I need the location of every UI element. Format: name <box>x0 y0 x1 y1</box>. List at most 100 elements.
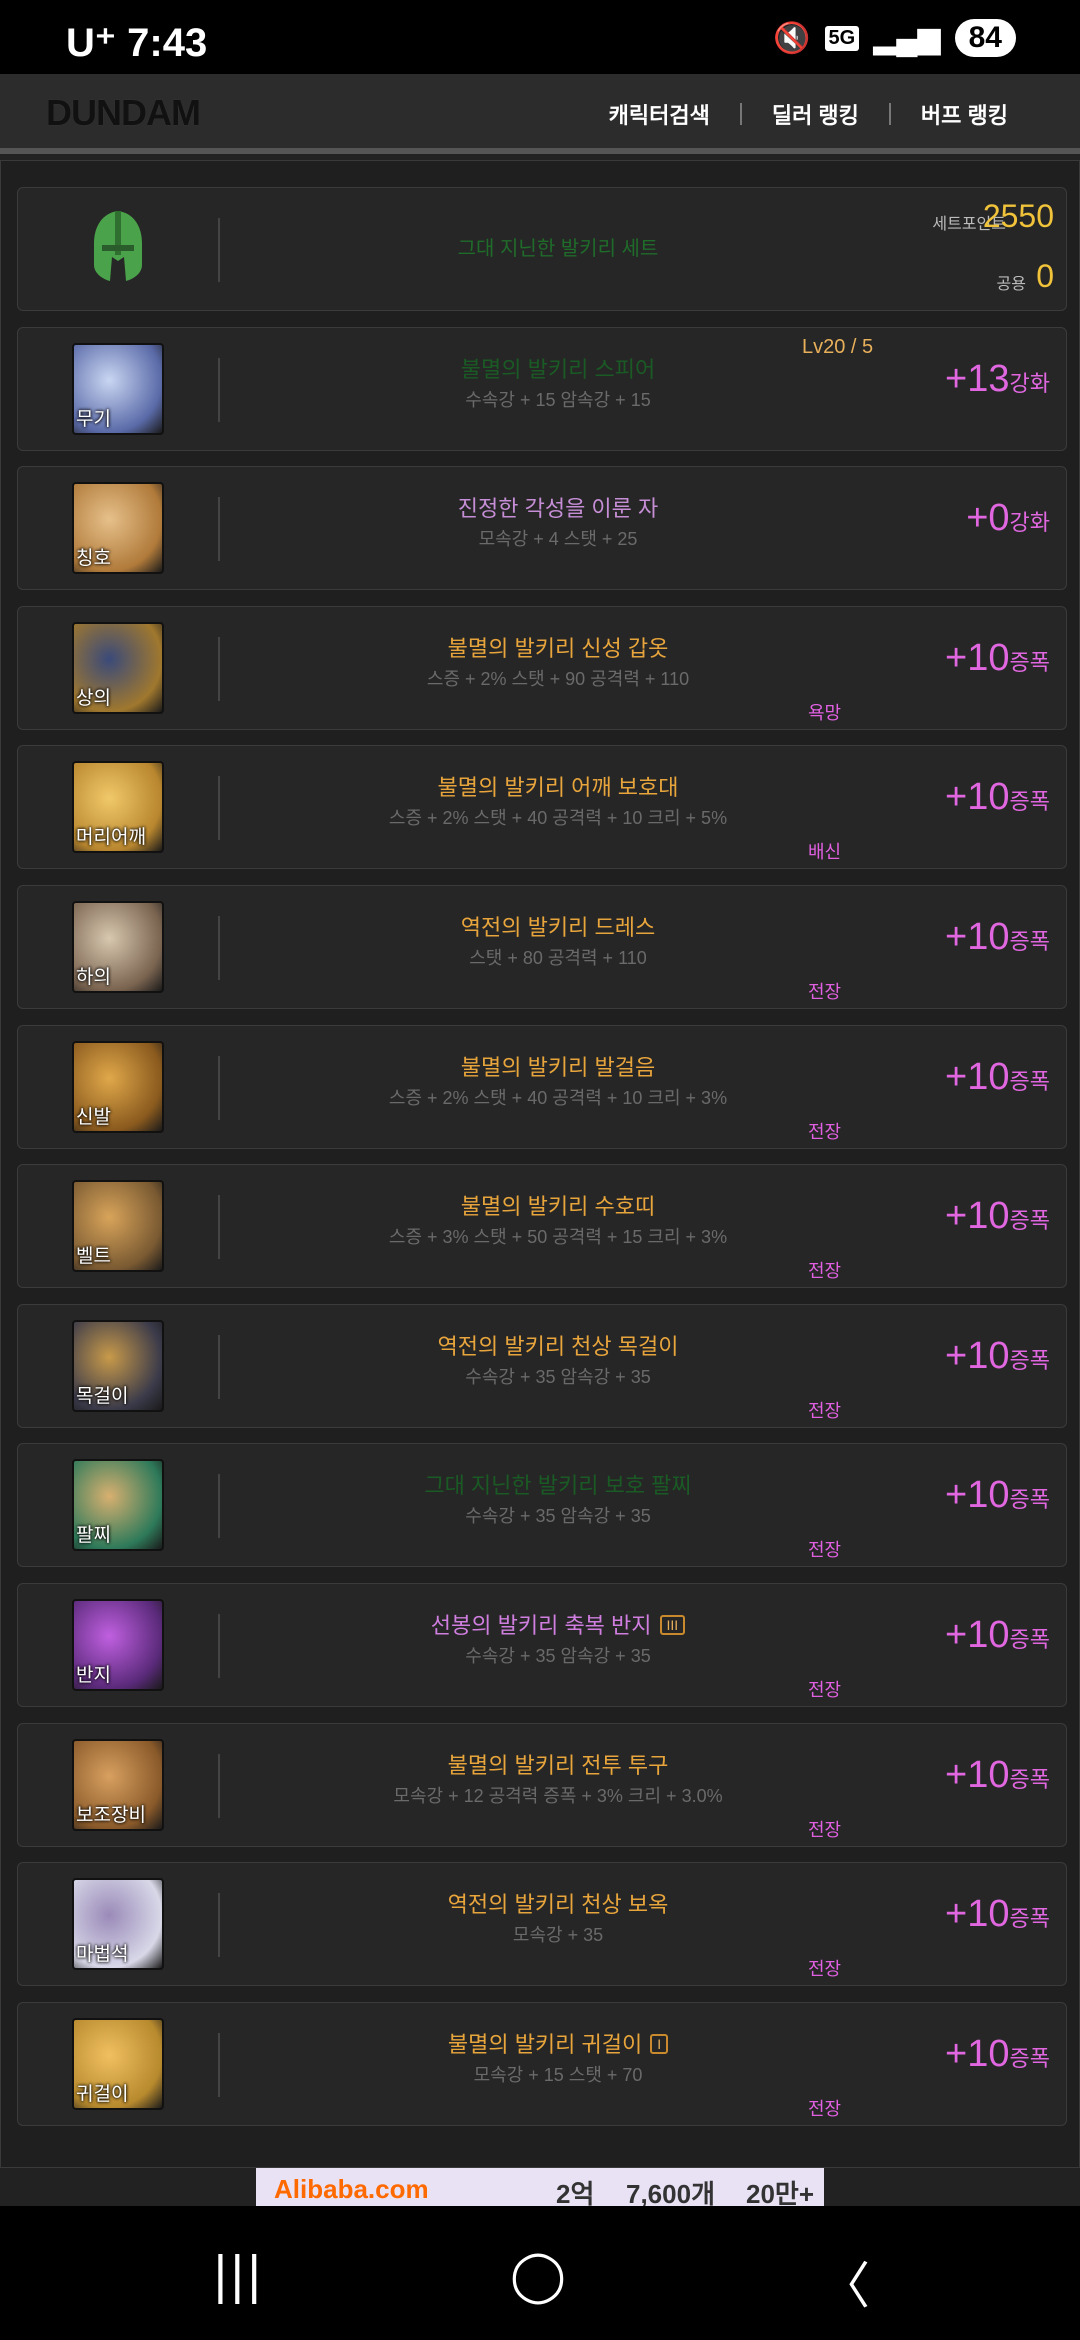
item-grade-mark: III <box>659 1615 686 1635</box>
back-button[interactable]: 〈 <box>820 2246 870 2318</box>
enhance-value: +0 <box>966 497 1010 539</box>
item-name: 역전의 발키리 천상 보옥 <box>248 1887 868 1919</box>
enhance-level: +10증폭 <box>945 2033 1050 2076</box>
item-tag: 전장 <box>808 1540 842 1560</box>
row-divider <box>218 1474 220 1538</box>
row-divider <box>218 218 220 282</box>
equipment-icon: 벨트 <box>72 1180 164 1272</box>
equipment-row[interactable]: 칭호 진정한 각성을 이룬 자 모속강 + 4 스탯 + 25 +0강화 <box>17 466 1067 590</box>
item-name-text: 불멸의 발키리 발걸음 <box>460 1055 656 1080</box>
slot-label: 벨트 <box>76 1246 111 1267</box>
set-row[interactable]: 그대 지닌한 발키리 세트 세트포인트 2550 공용 0 <box>17 187 1067 311</box>
enhance-level: +10증폭 <box>945 1056 1050 1099</box>
item-stats: 모속강 + 15 스탯 + 70 <box>473 2065 643 2085</box>
equipment-panel: 그대 지닌한 발키리 세트 세트포인트 2550 공용 0 무기 불멸의 발키리… <box>0 160 1080 2168</box>
enhance-value: +10 <box>945 1056 1010 1098</box>
nav-divider <box>888 103 891 125</box>
enhance-unit: 증폭 <box>1009 1627 1050 1652</box>
item-name: 역전의 발키리 드레스 <box>248 910 868 942</box>
status-time: U⁺ 7:43 <box>66 20 207 66</box>
nav-character-search[interactable]: 캐릭터검색 <box>609 98 710 130</box>
equipment-row[interactable]: 목걸이 역전의 발키리 천상 목걸이 수속강 + 35 암속강 + 35 전장 … <box>17 1304 1067 1428</box>
slot-label: 목걸이 <box>76 1386 129 1407</box>
slot-label: 팔찌 <box>76 1525 111 1546</box>
ad-banner[interactable]: Alibaba.com 2억 7,600개 20만+ <box>256 2168 824 2206</box>
item-name: 그대 지닌한 발키리 보호 팔찌 <box>248 1468 868 1500</box>
enhance-unit: 강화 <box>1009 371 1050 396</box>
item-tag: 전장 <box>808 982 842 1002</box>
enhance-value: +10 <box>945 1754 1010 1796</box>
equipment-row[interactable]: 팔찌 그대 지닌한 발키리 보호 팔찌 수속강 + 35 암속강 + 35 전장… <box>17 1443 1067 1567</box>
item-name-text: 진정한 각성을 이룬 자 <box>457 496 659 521</box>
item-tag: 배신 <box>808 842 842 862</box>
equipment-row[interactable]: 신발 불멸의 발키리 발걸음 스증 + 2% 스탯 + 40 공격력 + 10 … <box>17 1025 1067 1149</box>
status-icons: 🔇 5G ▂▄▆ 84 <box>773 18 1016 58</box>
equipment-row[interactable]: 머리어깨 불멸의 발키리 어깨 보호대 스증 + 2% 스탯 + 40 공격력 … <box>17 745 1067 869</box>
item-tag: 전장 <box>808 1959 842 1979</box>
signal-icon: ▂▄▆ <box>873 21 941 55</box>
enhance-level: +10증폭 <box>945 1335 1050 1378</box>
equipment-row[interactable]: 보조장비 불멸의 발키리 전투 투구 모속강 + 12 공격력 증폭 + 3% … <box>17 1723 1067 1847</box>
item-stats: 수속강 + 15 암속강 + 15 <box>465 390 651 410</box>
enhance-unit: 증폭 <box>1009 2046 1050 2071</box>
equipment-row[interactable]: 귀걸이 불멸의 발키리 귀걸이 I 모속강 + 15 스탯 + 70 전장 +10… <box>17 2002 1067 2126</box>
carrier-label: U⁺ <box>66 21 116 65</box>
enhance-value: +10 <box>945 1335 1010 1377</box>
row-divider <box>218 497 220 561</box>
enhance-unit: 증폭 <box>1009 1487 1050 1512</box>
slot-label: 상의 <box>76 688 111 709</box>
equipment-row[interactable]: 벨트 불멸의 발키리 수호띠 스증 + 3% 스탯 + 50 공격력 + 15 … <box>17 1164 1067 1288</box>
enhance-value: +10 <box>945 637 1010 679</box>
set-name: 그대 지닌한 발키리 세트 <box>457 238 659 260</box>
slot-label: 마법석 <box>76 1944 129 1965</box>
item-stats: 수속강 + 35 암속강 + 35 <box>465 1367 651 1387</box>
enhance-level: +10증폭 <box>945 1474 1050 1517</box>
item-name: 불멸의 발키리 귀걸이 I <box>248 2027 868 2059</box>
equipment-icon: 귀걸이 <box>72 2018 164 2110</box>
item-tag: 전장 <box>808 1820 842 1840</box>
equipment-row[interactable]: 마법석 역전의 발키리 천상 보옥 모속강 + 35 전장 +10증폭 <box>17 1862 1067 1986</box>
enhance-value: +13 <box>945 358 1010 400</box>
enhance-value: +10 <box>945 1614 1010 1656</box>
row-divider <box>218 916 220 980</box>
enhance-level: +10증폭 <box>945 1893 1050 1936</box>
status-bar: U⁺ 7:43 🔇 5G ▂▄▆ 84 <box>0 0 1080 74</box>
slot-label: 칭호 <box>76 548 111 569</box>
row-divider <box>218 1754 220 1818</box>
item-stats: 모속강 + 35 <box>512 1925 604 1945</box>
set-common-value: 0 <box>1036 258 1054 294</box>
row-divider <box>218 358 220 422</box>
nav-buff-ranking[interactable]: 버프 랭킹 <box>921 98 1008 130</box>
enhance-value: +10 <box>945 776 1010 818</box>
slot-label: 신발 <box>76 1107 111 1128</box>
set-common-label: 공용 <box>996 274 1026 293</box>
enhance-level: +10증폭 <box>945 1614 1050 1657</box>
equipment-row[interactable]: 반지 선봉의 발키리 축복 반지 III 수속강 + 35 암속강 + 35 전장… <box>17 1583 1067 1707</box>
mute-icon: 🔇 <box>773 21 811 55</box>
recents-button[interactable]: ||| <box>212 2246 263 2304</box>
item-tag: 전장 <box>808 1261 842 1281</box>
row-divider <box>218 1056 220 1120</box>
item-stats: 수속강 + 35 암속강 + 35 <box>465 1646 651 1666</box>
equipment-row[interactable]: 하의 역전의 발키리 드레스 스탯 + 80 공격력 + 110 전장 +10증… <box>17 885 1067 1009</box>
battery-indicator: 84 <box>954 19 1016 57</box>
item-name: 진정한 각성을 이룬 자 <box>248 491 868 523</box>
enhance-level: +10증폭 <box>945 1195 1050 1238</box>
enhance-value: +10 <box>945 1893 1010 1935</box>
enhance-level: +10증폭 <box>945 916 1050 959</box>
enhance-value: +10 <box>945 916 1010 958</box>
item-stats: 스증 + 2% 스탯 + 40 공격력 + 10 크리 + 3% <box>388 1088 728 1108</box>
equipment-row[interactable]: 무기 불멸의 발키리 스피어 수속강 + 15 암속강 + 15 Lv20 / … <box>17 327 1067 451</box>
ad-text: 20만+ <box>746 2179 815 2206</box>
item-tag: 전장 <box>808 1680 842 1700</box>
equipment-row[interactable]: 상의 불멸의 발키리 신성 갑옷 스증 + 2% 스탯 + 90 공격력 + 1… <box>17 606 1067 730</box>
enhance-level: +10증폭 <box>945 1754 1050 1797</box>
slot-label: 반지 <box>76 1665 111 1686</box>
row-divider <box>218 1195 220 1259</box>
nav-dealer-ranking[interactable]: 딜러 랭킹 <box>772 98 859 130</box>
slot-label: 보조장비 <box>76 1805 146 1826</box>
equipment-icon: 마법석 <box>72 1878 164 1970</box>
site-logo[interactable]: DUNDAM <box>46 92 201 134</box>
item-grade-mark: I <box>650 2034 669 2054</box>
home-button[interactable]: ◯ <box>510 2246 566 2304</box>
